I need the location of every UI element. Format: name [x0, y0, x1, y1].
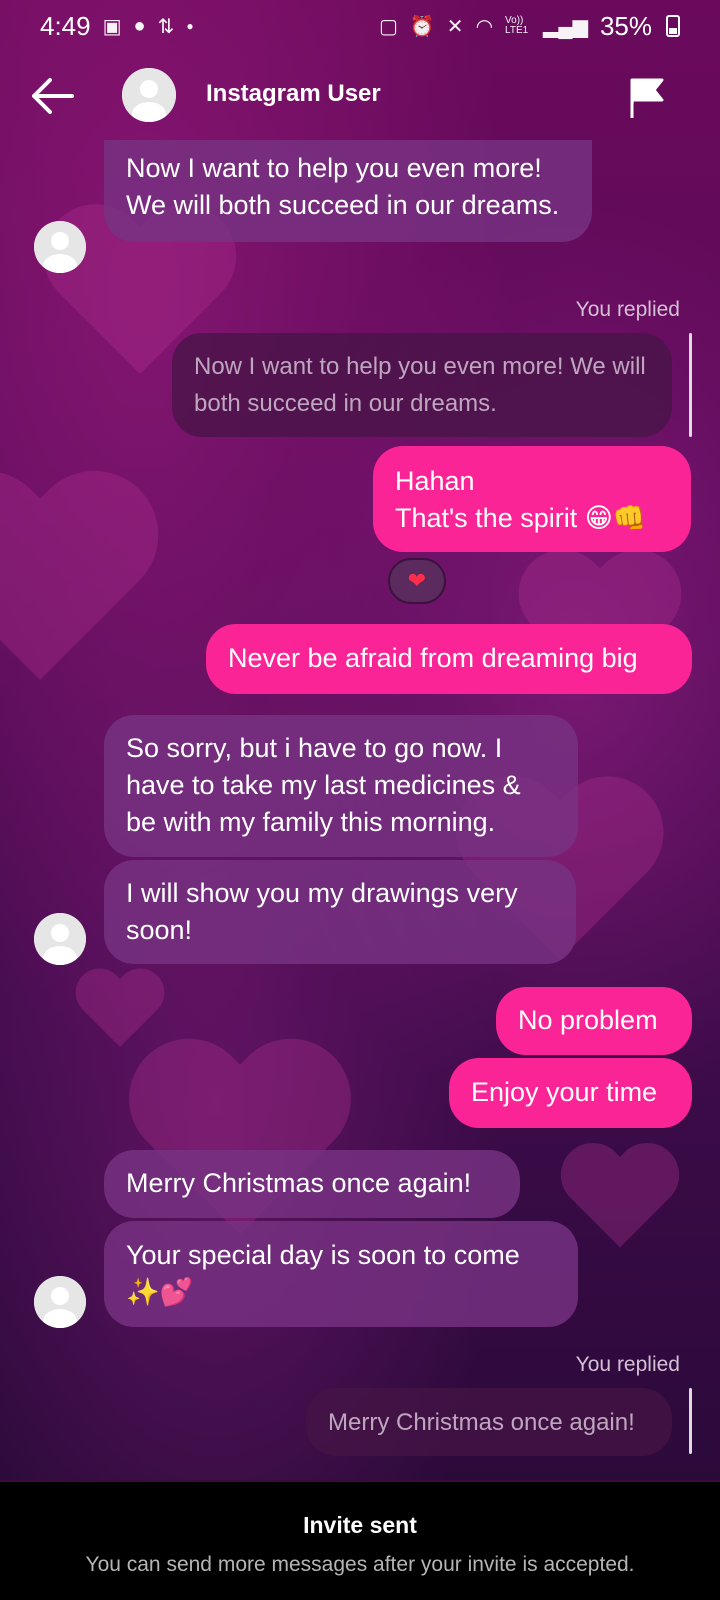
reply-quote[interactable]: Merry Christmas once again! [306, 1388, 672, 1456]
chat-header: Instagram User [0, 60, 720, 134]
person-icon [122, 68, 176, 122]
outgoing-message[interactable]: No problem [496, 987, 692, 1055]
replied-label: You replied [575, 1353, 680, 1376]
alarm-icon: ⏰ [409, 15, 435, 38]
reply-bar [689, 333, 692, 437]
data-transfer-icon: ⇅ [157, 15, 175, 38]
arrow-left-icon [32, 78, 74, 114]
invite-subtitle: You can send more messages after your in… [85, 1553, 635, 1576]
mute-icon: ✕ [446, 15, 464, 38]
battery-percent: 35% [599, 10, 652, 41]
outgoing-message[interactable]: Never be afraid from dreaming big [206, 624, 692, 694]
reply-quote[interactable]: Now I want to help you even more! We wil… [172, 333, 672, 437]
signal-icon: ▂▄▆ [543, 15, 588, 38]
invite-title: Invite sent [303, 1512, 417, 1538]
report-button[interactable] [628, 76, 668, 120]
avatar[interactable] [34, 913, 86, 965]
person-icon [34, 913, 86, 965]
outgoing-message[interactable]: Hahan That's the spirit 😁👊 [373, 446, 691, 552]
person-icon [34, 1276, 86, 1328]
heart-decoration [0, 475, 168, 715]
incoming-message[interactable]: Merry Christmas once again! [104, 1150, 520, 1218]
reply-bar [689, 1388, 692, 1454]
reaction-badge[interactable]: ❤ [388, 558, 446, 604]
message-line: Hahan [395, 466, 475, 496]
invite-status-bar: Invite sent You can send more messages a… [0, 1482, 720, 1600]
lte-label: Vo)) LTE1 [505, 15, 529, 36]
incoming-message[interactable]: So sorry, but i have to go now. I have t… [104, 715, 578, 857]
lock-icon: ▢ [378, 15, 398, 38]
wifi-icon: ◠ [475, 15, 494, 38]
replied-label: You replied [575, 298, 680, 321]
flag-icon [630, 78, 664, 118]
conversation-name[interactable]: Instagram User [206, 80, 381, 108]
incoming-message[interactable]: Now I want to help you even more! We wil… [104, 140, 592, 242]
status-time: 4:49 [40, 10, 91, 41]
outgoing-message[interactable]: Enjoy your time [449, 1058, 692, 1128]
avatar[interactable] [34, 1276, 86, 1328]
heart-decoration [72, 970, 168, 1060]
avatar[interactable] [34, 221, 86, 273]
status-bar: 4:49 ▣ ● ⇅ ● ▢ ⏰ ✕ ◠ Vo)) LTE1 ▂▄▆ 35% [0, 0, 720, 52]
gallery-icon: ▣ [102, 15, 122, 38]
back-button[interactable] [30, 76, 74, 116]
heart-icon: ❤ [407, 568, 427, 593]
dot-icon: ● [186, 19, 194, 33]
avatar[interactable] [122, 68, 176, 122]
person-icon [34, 221, 86, 273]
message-line: That's the spirit 😁👊 [395, 503, 647, 533]
battery-icon [666, 15, 680, 37]
incoming-message[interactable]: I will show you my drawings very soon! [104, 860, 576, 964]
chat-icon: ● [133, 14, 146, 37]
incoming-message[interactable]: Your special day is soon to come ✨💕 [104, 1221, 578, 1327]
